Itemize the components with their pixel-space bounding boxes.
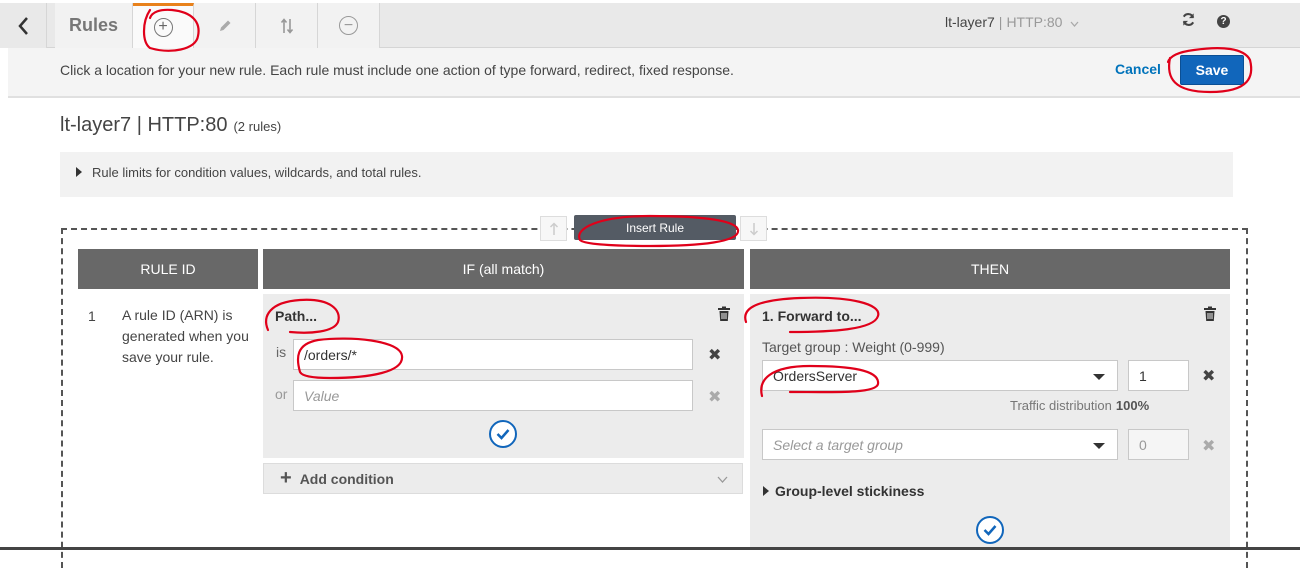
remove-circle-icon: − [339,16,358,35]
trash-icon [1204,306,1216,321]
rule-count: (2 rules) [233,119,282,134]
insert-rule-button[interactable]: Insert Rule [574,215,736,240]
target-group-value: OrdersServer [773,367,858,384]
condition-name[interactable]: Path... [275,308,317,324]
remove-empty-value-icon[interactable]: ✖ [708,387,721,407]
or-label: or [275,386,288,402]
cancel-button[interactable]: Cancel [1115,61,1161,77]
add-rule-button[interactable]: + [133,3,194,48]
traffic-value: 100% [1115,398,1150,413]
action-panel [750,294,1230,550]
column-header-then: THEN [750,249,1230,289]
pencil-icon [219,20,230,31]
column-header-if: IF (all match) [263,249,744,289]
rule-limits-toggle[interactable]: Rule limits for condition values, wildca… [76,165,421,180]
move-down-button[interactable] [740,216,767,241]
plus-icon: + [280,467,292,489]
rule-number: 1 [88,308,96,324]
trash-icon [718,306,730,321]
delete-action-button[interactable] [1203,306,1217,327]
traffic-label: Traffic distribution [1010,398,1112,413]
target-group-placeholder: Select a target group [773,436,903,453]
page-title-text: lt-layer7 | HTTP:80 [60,114,228,136]
action-name[interactable]: 1. Forward to... [762,308,862,324]
caret-down-icon [1093,374,1105,380]
load-balancer-name: lt-layer7 [945,14,995,30]
help-icon[interactable]: ? [1217,15,1230,28]
rule-limits-label: Rule limits for condition values, wildca… [92,165,422,180]
refresh-icon[interactable] [1181,12,1196,32]
path-value-input[interactable]: /orders/* [293,339,693,370]
add-circle-icon: + [153,17,173,37]
weight-input-empty[interactable]: 0 [1128,429,1189,460]
rule-description: A rule ID (ARN) is generated when you sa… [122,307,249,365]
chevron-down-icon [1070,21,1079,27]
checkmark-icon [983,525,997,536]
caret-right-icon [76,167,82,177]
separator: | [998,14,1003,30]
back-button[interactable] [0,3,47,48]
instruction-text: Click a location for your new rule. Each… [60,62,734,78]
listener-name: HTTP:80 [1006,14,1063,30]
arrow-down-icon [749,222,758,236]
remove-value-icon[interactable]: ✖ [708,345,721,365]
chevron-left-icon [18,16,28,35]
add-condition-button[interactable]: + Add condition [263,463,743,494]
edit-rule-button[interactable] [194,3,256,48]
remove-target-icon[interactable]: ✖ [1202,366,1215,386]
confirm-action-button[interactable] [976,516,1004,544]
caret-down-icon [1093,443,1105,449]
add-condition-label: Add condition [299,470,394,487]
target-group-select[interactable]: OrdersServer [762,360,1118,391]
reorder-rules-button[interactable] [256,3,318,48]
traffic-distribution: Traffic distribution 100% [1010,398,1149,413]
column-header-rule-id: RULE ID [78,249,258,289]
target-group-select-empty[interactable]: Select a target group [762,429,1118,460]
is-label: is [276,344,287,360]
confirm-condition-button[interactable] [489,420,517,448]
chevron-down-icon [717,476,728,483]
checkmark-icon [496,429,510,440]
listener-selector[interactable]: lt-layer7 | HTTP:80 [945,14,1079,30]
move-up-button[interactable] [540,216,567,241]
arrow-up-icon [549,221,558,235]
target-group-label: Target group : Weight (0-999) [762,339,945,355]
tab-rules-label: Rules [68,15,119,35]
group-stickiness-toggle[interactable]: Group-level stickiness [763,483,924,499]
weight-input[interactable]: 1 [1128,360,1189,391]
delete-condition-button[interactable] [717,306,731,327]
tab-rules[interactable]: Rules [55,3,133,48]
remove-empty-target-icon[interactable]: ✖ [1202,436,1215,456]
caret-right-icon [763,486,769,496]
delete-rule-button[interactable]: − [318,3,380,48]
group-stickiness-label: Group-level stickiness [775,483,925,499]
page-title: lt-layer7 | HTTP:80 (2 rules) [60,114,281,137]
reorder-icon [280,17,293,34]
save-button[interactable]: Save [1180,55,1244,85]
path-value-input-empty[interactable]: Value [293,380,693,411]
